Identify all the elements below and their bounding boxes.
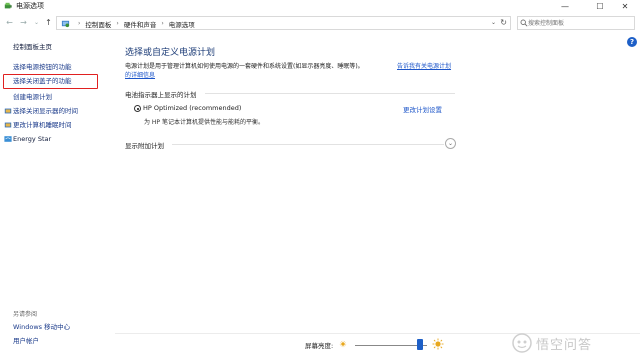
help-button[interactable]: ? xyxy=(627,37,637,47)
search-icon xyxy=(520,19,528,27)
refresh-icon[interactable]: ↻ xyxy=(500,18,507,27)
power-plan-info-link-cont[interactable]: 的详细信息 xyxy=(125,71,155,80)
sidebar-item-power-button[interactable]: 选择电源按钮的功能 xyxy=(13,63,72,72)
search-input[interactable] xyxy=(528,18,632,28)
forward-button[interactable]: → xyxy=(18,17,29,28)
recent-locations-button[interactable]: ⌄ xyxy=(31,17,42,28)
breadcrumb-separator: › xyxy=(116,20,119,27)
minimize-button[interactable]: — xyxy=(552,0,578,13)
breadcrumb-separator: › xyxy=(78,20,81,27)
sidebar: 控制面板主页 选择电源按钮的功能 选择关闭盖子的功能 创建电源计划 选择关闭显示… xyxy=(0,34,110,358)
breadcrumb-power-options[interactable]: 电源选项 xyxy=(169,19,195,29)
brightness-high-icon xyxy=(432,338,444,350)
address-bar: ← → ⌄ ↑ › 控制面板 › 硬件和声音 › 电源选项 ⌄ ↻ xyxy=(0,14,640,32)
sidebar-item-display-off[interactable]: 选择关闭显示器的时间 xyxy=(13,107,78,116)
change-plan-settings-link[interactable]: 更改计划设置 xyxy=(403,104,442,114)
address-dropdown-icon[interactable]: ⌄ xyxy=(491,19,496,26)
plan-description: 为 HP 笔记本计算机提供性能与能耗的平衡。 xyxy=(144,119,264,126)
sleep-shield-icon xyxy=(4,122,12,128)
energy-star-icon xyxy=(4,136,12,142)
window-title: 电源选项 xyxy=(16,2,44,10)
see-also-heading: 另请参阅 xyxy=(13,311,38,318)
sidebar-item-mobility-center[interactable]: Windows 移动中心 xyxy=(13,323,70,332)
power-plan-info-link[interactable]: 告诉我有关电源计划 xyxy=(397,62,457,71)
additional-plans-divider xyxy=(172,144,444,145)
sidebar-item-sleep-time[interactable]: 更改计算机睡眠时间 xyxy=(13,121,72,130)
search-box[interactable] xyxy=(517,16,635,30)
watermark-text: 悟空问答 xyxy=(536,337,593,353)
breadcrumb-hardware-sound[interactable]: 硬件和声音 xyxy=(124,19,157,29)
display-shield-icon xyxy=(4,108,12,114)
control-panel-icon xyxy=(61,20,70,28)
power-options-icon xyxy=(4,2,12,9)
breadcrumb-separator: › xyxy=(161,20,164,27)
highlight-box xyxy=(3,74,98,89)
breadcrumb-control-panel[interactable]: 控制面板 xyxy=(85,19,111,29)
brightness-label: 屏幕亮度: xyxy=(305,342,334,350)
expand-icon[interactable]: ⌄ xyxy=(445,138,456,149)
watermark: 悟空问答 xyxy=(512,332,634,354)
sidebar-item-energy-star[interactable]: Energy Star xyxy=(13,135,51,144)
additional-plans-label[interactable]: 显示附加计划 xyxy=(125,140,164,150)
breadcrumb[interactable]: › 控制面板 › 硬件和声音 › 电源选项 ⌄ ↻ xyxy=(56,16,511,30)
up-button[interactable]: ↑ xyxy=(43,17,54,28)
sidebar-item-home[interactable]: 控制面板主页 xyxy=(13,43,52,52)
title-bar: 电源选项 — ☐ ✕ xyxy=(0,0,640,13)
maximize-button[interactable]: ☐ xyxy=(587,0,613,13)
sidebar-item-create-plan[interactable]: 创建电源计划 xyxy=(13,93,52,102)
main-content: ? 选择或自定义电源计划 电源计划是用于管理计算机如何使用电源的一套硬件和系统设… xyxy=(110,34,640,358)
page-title: 选择或自定义电源计划 xyxy=(125,48,216,58)
brightness-slider-thumb[interactable] xyxy=(416,339,423,350)
battery-plans-heading: 电池指示器上显示的计划 xyxy=(125,91,197,99)
plan-name[interactable]: HP Optimized (recommended) xyxy=(143,104,241,112)
brightness-low-icon xyxy=(339,340,347,348)
section-divider xyxy=(205,93,455,94)
wukong-logo-icon xyxy=(512,333,532,353)
close-button[interactable]: ✕ xyxy=(612,0,638,13)
plan-radio[interactable] xyxy=(134,105,141,112)
back-button[interactable]: ← xyxy=(4,17,15,28)
sidebar-item-user-accounts[interactable]: 用户帐户 xyxy=(13,337,39,346)
